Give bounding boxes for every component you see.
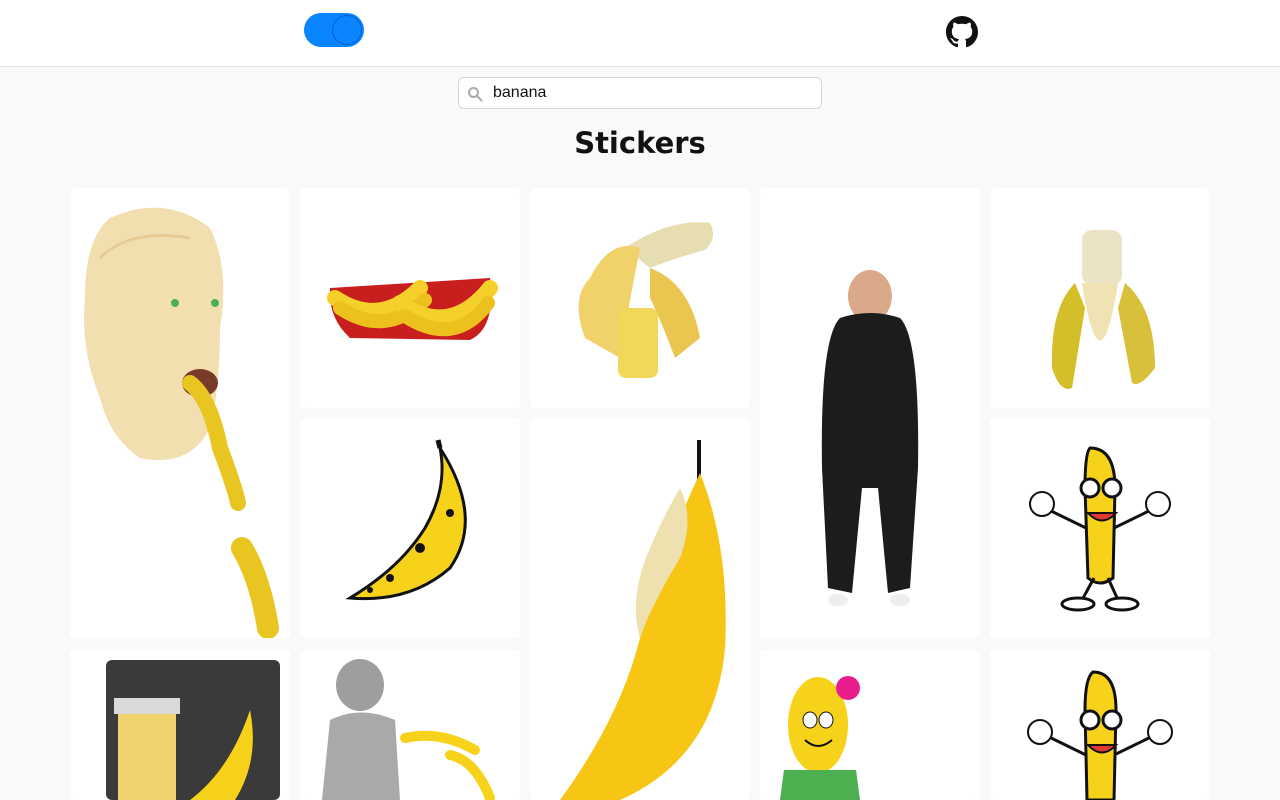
sticker-image — [1027, 670, 1173, 800]
sticker-image — [780, 676, 860, 800]
toggle-knob — [332, 15, 362, 45]
sticker-3d-head-eating-banana[interactable] — [70, 188, 290, 638]
sticker-peeled-banana-fish[interactable] — [530, 188, 750, 408]
sticker-image — [106, 660, 280, 800]
sticker-pixel-banana[interactable] — [530, 418, 750, 800]
search-icon — [468, 87, 483, 102]
theme-toggle[interactable] — [304, 13, 364, 47]
github-icon[interactable] — [946, 16, 978, 48]
sticker-pop-art-banana[interactable] — [300, 418, 520, 638]
sticker-lowpoly-banana-character[interactable] — [70, 650, 290, 800]
sticker-image — [327, 278, 498, 340]
sticker-image — [322, 659, 495, 800]
sticker-image — [1051, 230, 1155, 389]
sticker-statue-with-bananas[interactable] — [300, 650, 520, 800]
sticker-dancing-banana[interactable] — [990, 650, 1210, 800]
top-bar — [0, 0, 1280, 67]
sticker-image — [578, 222, 714, 378]
sticker-man-in-gorilla-suit[interactable] — [760, 188, 980, 638]
sticker-image — [821, 270, 919, 606]
sticker-banana-bunches[interactable] — [300, 188, 520, 408]
page-title: Stickers — [574, 126, 706, 160]
search-input[interactable] — [493, 78, 813, 108]
search-box — [458, 77, 822, 109]
sticker-image — [1029, 446, 1171, 612]
sticker-hula-banana[interactable] — [760, 650, 980, 800]
sticker-image — [560, 440, 726, 800]
sticker-banana-with-face[interactable] — [990, 188, 1210, 408]
sticker-image — [84, 207, 279, 638]
sticker-image — [345, 439, 467, 601]
sticker-cheering-banana[interactable] — [990, 418, 1210, 638]
